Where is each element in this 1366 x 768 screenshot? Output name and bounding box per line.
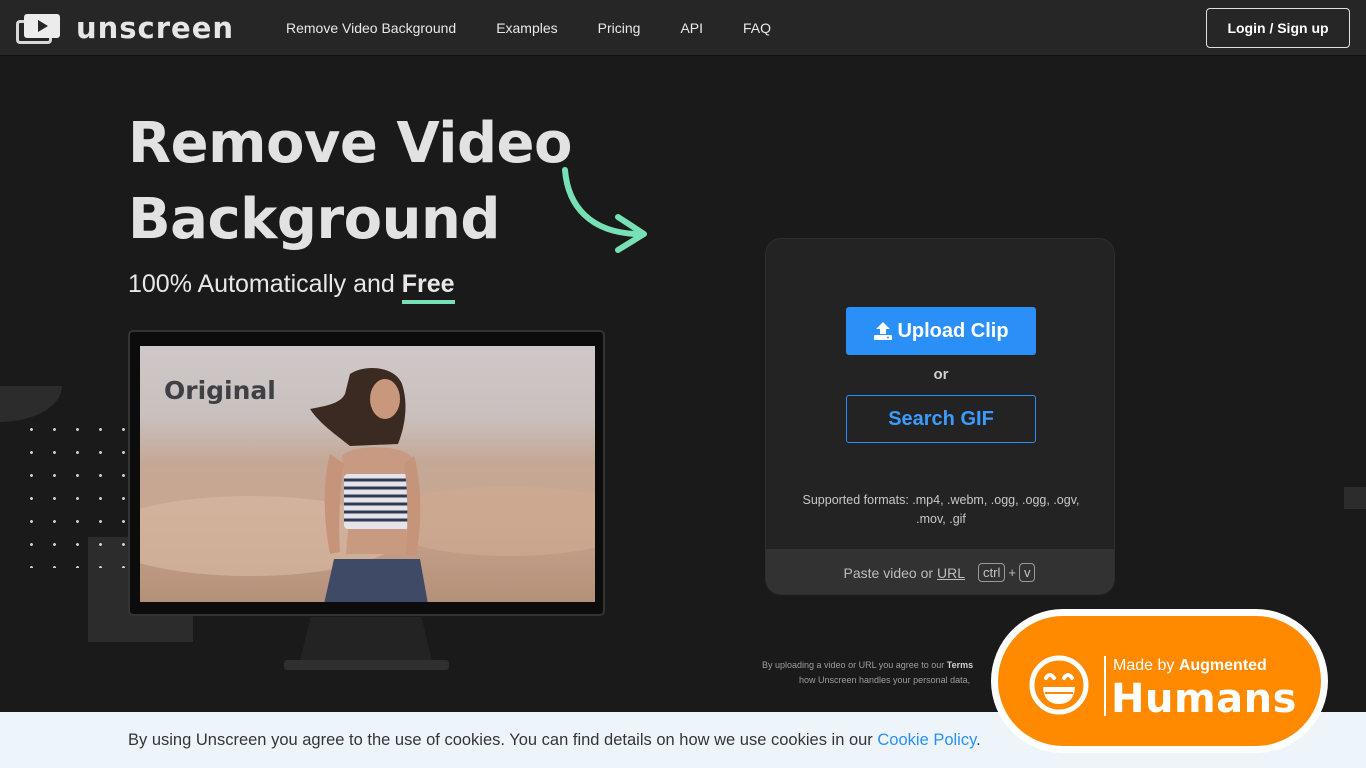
supported-formats-text: Supported formats: .mp4, .webm, .ogg, .o…	[802, 493, 1080, 526]
hero-subtitle-prefix: 100% Automatically and	[128, 270, 402, 298]
terms-notice: By uploading a video or URL you agree to…	[762, 658, 1002, 688]
login-signup-button[interactable]: Login / Sign up	[1206, 8, 1350, 48]
brand-name: unscreen	[76, 11, 235, 45]
hero-title-line1: Remove Video	[128, 111, 573, 176]
upload-icon	[874, 322, 893, 340]
cookie-policy-link[interactable]: Cookie Policy	[877, 731, 976, 749]
cookie-text: By using Unscreen you agree to the use o…	[128, 731, 981, 750]
monitor-stand	[300, 617, 432, 661]
curved-arrow-icon	[562, 167, 647, 253]
made-by-augmented-humans-badge[interactable]: Made by Augmented Humans	[991, 609, 1328, 753]
key-plus: +	[1008, 565, 1016, 580]
paste-url-link[interactable]: URL	[937, 565, 965, 581]
woman-figure-image	[310, 368, 428, 602]
ctrl-key: ctrl	[978, 563, 1006, 582]
top-navbar: unscreen Remove Video Background Example…	[0, 0, 1366, 56]
paste-url-bar: Paste video or URL ctrl + v	[766, 549, 1114, 594]
or-separator: or	[933, 366, 949, 383]
v-key: v	[1018, 563, 1036, 582]
unscreen-logo-icon	[16, 12, 62, 44]
terms-line1-prefix: By uploading a video or URL you agree to…	[762, 660, 947, 670]
brand-logo-link[interactable]: unscreen	[16, 11, 235, 45]
preview-label: Original	[164, 376, 276, 405]
hero-subtitle-free: Free	[401, 270, 455, 304]
cookie-message: By using Unscreen you agree to the use o…	[128, 730, 878, 749]
upload-clip-button[interactable]: Upload Clip	[846, 307, 1036, 355]
hero-title-line2: Background	[128, 187, 500, 252]
badge-made-by: Made by Augmented	[1113, 657, 1267, 675]
nav-link-faq[interactable]: FAQ	[743, 20, 771, 36]
search-gif-button[interactable]: Search GIF	[846, 395, 1036, 443]
nav-link-pricing[interactable]: Pricing	[598, 20, 641, 36]
badge-body: Made by Augmented Humans	[998, 616, 1321, 746]
decorative-edge-square	[1344, 487, 1366, 509]
badge-made-by-prefix: Made by	[1113, 657, 1179, 674]
badge-humans: Humans	[1111, 676, 1297, 722]
smiley-face-icon	[1029, 655, 1089, 715]
nav-link-examples[interactable]: Examples	[496, 20, 557, 36]
monitor-preview: Original	[128, 330, 605, 616]
badge-divider	[1104, 656, 1106, 716]
upload-panel: Upload Clip or Search GIF Supported form…	[765, 238, 1115, 595]
hero-subtitle: 100% Automatically and Free	[128, 270, 455, 304]
upload-clip-label: Upload Clip	[897, 319, 1009, 342]
cookie-suffix: .	[976, 730, 981, 749]
decorative-dot-grid	[20, 418, 130, 568]
monitor-base	[284, 660, 449, 670]
preview-video: Original	[140, 346, 595, 602]
paste-prefix: Paste video or	[843, 564, 934, 581]
terms-line2: how Unscreen handles your personal data,	[799, 675, 971, 685]
terms-link[interactable]: Terms	[947, 660, 973, 670]
decorative-semicircle	[0, 386, 62, 422]
nav-link-api[interactable]: API	[680, 20, 703, 36]
nav-link-remove-video-background[interactable]: Remove Video Background	[286, 20, 456, 36]
badge-augmented: Augmented	[1178, 657, 1267, 674]
nav-links: Remove Video Background Examples Pricing…	[286, 0, 811, 56]
